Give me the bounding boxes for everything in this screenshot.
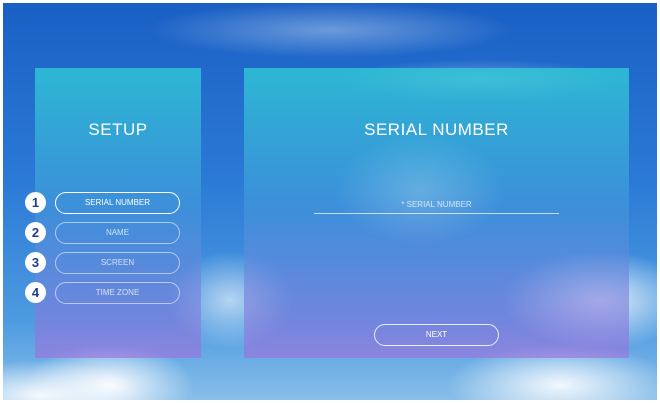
step-item-name[interactable]: 2 NAME — [25, 222, 181, 244]
step-button-time-zone[interactable]: TIME ZONE — [55, 282, 180, 304]
serial-number-panel: SERIAL NUMBER NEXT — [244, 68, 629, 358]
serial-number-input[interactable] — [314, 196, 559, 214]
step-item-serial-number[interactable]: 1 SERIAL NUMBER — [25, 192, 181, 214]
step-button-serial-number[interactable]: SERIAL NUMBER — [55, 192, 180, 214]
step-button-name[interactable]: NAME — [55, 222, 180, 244]
step-number-badge: 2 — [25, 222, 46, 243]
step-item-screen[interactable]: 3 SCREEN — [25, 252, 181, 274]
step-number-badge: 4 — [25, 282, 46, 303]
step-button-screen[interactable]: SCREEN — [55, 252, 180, 274]
form-title: SERIAL NUMBER — [364, 120, 509, 139]
next-button[interactable]: NEXT — [374, 324, 499, 346]
setup-title: SETUP — [88, 120, 148, 139]
setup-panel: SETUP 1 SERIAL NUMBER 2 NAME 3 SCREEN 4 … — [25, 68, 201, 358]
step-number-badge: 1 — [25, 192, 46, 213]
step-number-badge: 3 — [25, 252, 46, 273]
step-item-time-zone[interactable]: 4 TIME ZONE — [25, 282, 181, 304]
